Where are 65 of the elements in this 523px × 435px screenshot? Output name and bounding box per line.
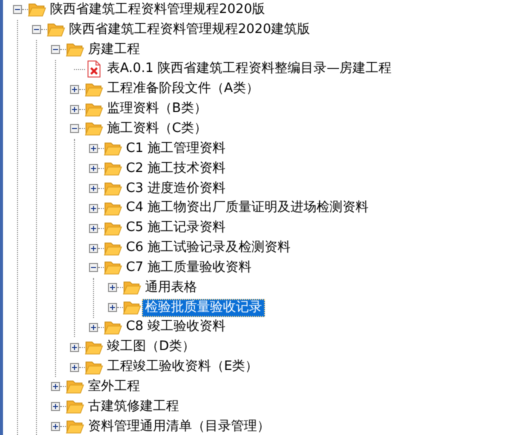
folder-icon xyxy=(66,42,84,58)
tree-item-label[interactable]: 房建工程 xyxy=(85,40,143,59)
tree-toggle[interactable] xyxy=(89,244,98,253)
tree-item-label[interactable]: C8 竣工验收资料 xyxy=(123,318,228,336)
folder-icon xyxy=(85,360,103,375)
folder-icon xyxy=(123,280,141,296)
folder-icon xyxy=(104,161,122,176)
folder-icon xyxy=(104,181,122,196)
tree-toggle[interactable] xyxy=(13,5,22,14)
folder-icon xyxy=(104,141,122,156)
tree-item-label[interactable]: C1 施工管理资料 xyxy=(123,140,228,158)
tree-toggle[interactable] xyxy=(51,382,60,392)
tree-toggle[interactable] xyxy=(70,84,79,94)
tree-toggle[interactable] xyxy=(89,184,98,194)
tree-toggle[interactable] xyxy=(51,422,60,432)
folder-icon xyxy=(66,419,84,434)
folder-icon xyxy=(104,240,122,256)
tree-item-label[interactable]: 检验批质量验收记录 xyxy=(142,298,265,317)
tree-item-label[interactable]: 陕西省建筑工程资料管理规程2020建筑版 xyxy=(66,20,314,39)
folder-icon xyxy=(66,379,84,394)
folder-icon xyxy=(66,399,84,414)
folder-icon xyxy=(28,2,46,18)
folder-icon xyxy=(104,220,122,236)
tree-toggle[interactable] xyxy=(108,283,117,292)
tree-item-label[interactable]: 工程准备阶段文件（A类） xyxy=(104,80,262,98)
tree-toggle[interactable] xyxy=(70,362,79,372)
tree-item-label[interactable]: 竣工图（D类） xyxy=(104,338,198,356)
tree-item-label[interactable]: C4 施工物资出厂质量证明及进场检测资料 xyxy=(123,199,372,218)
tree-item-label[interactable]: C7 施工质量验收资料 xyxy=(123,258,254,277)
document-icon xyxy=(87,60,101,78)
tree-item-label[interactable]: 通用表格 xyxy=(142,278,200,297)
folder-icon xyxy=(85,102,103,117)
tree-toggle[interactable] xyxy=(89,263,98,272)
folder-icon xyxy=(85,121,103,136)
tree-item-label[interactable]: 监理资料（B类） xyxy=(104,100,210,118)
tree-item-label[interactable]: C2 施工技术资料 xyxy=(123,160,228,178)
folder-icon xyxy=(85,340,103,355)
tree-toggle[interactable] xyxy=(70,104,79,114)
tree-item-label[interactable]: 古建筑修建工程 xyxy=(85,398,182,416)
tree-item-label[interactable]: C6 施工试验记录及检测资料 xyxy=(123,239,294,258)
tree-toggle[interactable] xyxy=(108,303,117,312)
folder-icon xyxy=(104,200,122,216)
tree-toggle[interactable] xyxy=(70,342,79,352)
folder-icon xyxy=(47,22,65,38)
tree-toggle[interactable] xyxy=(89,144,98,154)
tree-item-label[interactable]: 资料管理通用清单（目录管理） xyxy=(85,418,273,435)
tree-toggle[interactable] xyxy=(89,224,98,233)
tree-item-label[interactable]: 工程竣工验收资料（E类） xyxy=(104,358,262,376)
tree-toggle[interactable] xyxy=(51,402,60,412)
tree-item-label[interactable]: 施工资料（C类） xyxy=(104,120,210,138)
tree-item-label[interactable]: C5 施工记录资料 xyxy=(123,219,228,238)
tree-item-label[interactable]: C3 进度造价资料 xyxy=(123,180,228,198)
tree-item-label[interactable]: 室外工程 xyxy=(85,378,143,396)
folder-icon xyxy=(104,320,122,335)
tree-toggle[interactable] xyxy=(89,204,98,213)
folder-icon xyxy=(104,260,122,276)
tree-toggle[interactable] xyxy=(32,25,41,34)
tree-toggle[interactable] xyxy=(89,164,98,174)
tree-toggle[interactable] xyxy=(89,322,98,332)
tree-toggle[interactable] xyxy=(70,124,79,134)
folder-icon xyxy=(123,300,141,316)
tree-item-label[interactable]: 陕西省建筑工程资料管理规程2020版 xyxy=(47,0,268,19)
tree-toggle[interactable] xyxy=(51,45,60,54)
folder-icon xyxy=(85,82,103,97)
tree-item-label[interactable]: 表A.0.1 陕西省建筑工程资料整编目录—房建工程 xyxy=(104,60,395,78)
